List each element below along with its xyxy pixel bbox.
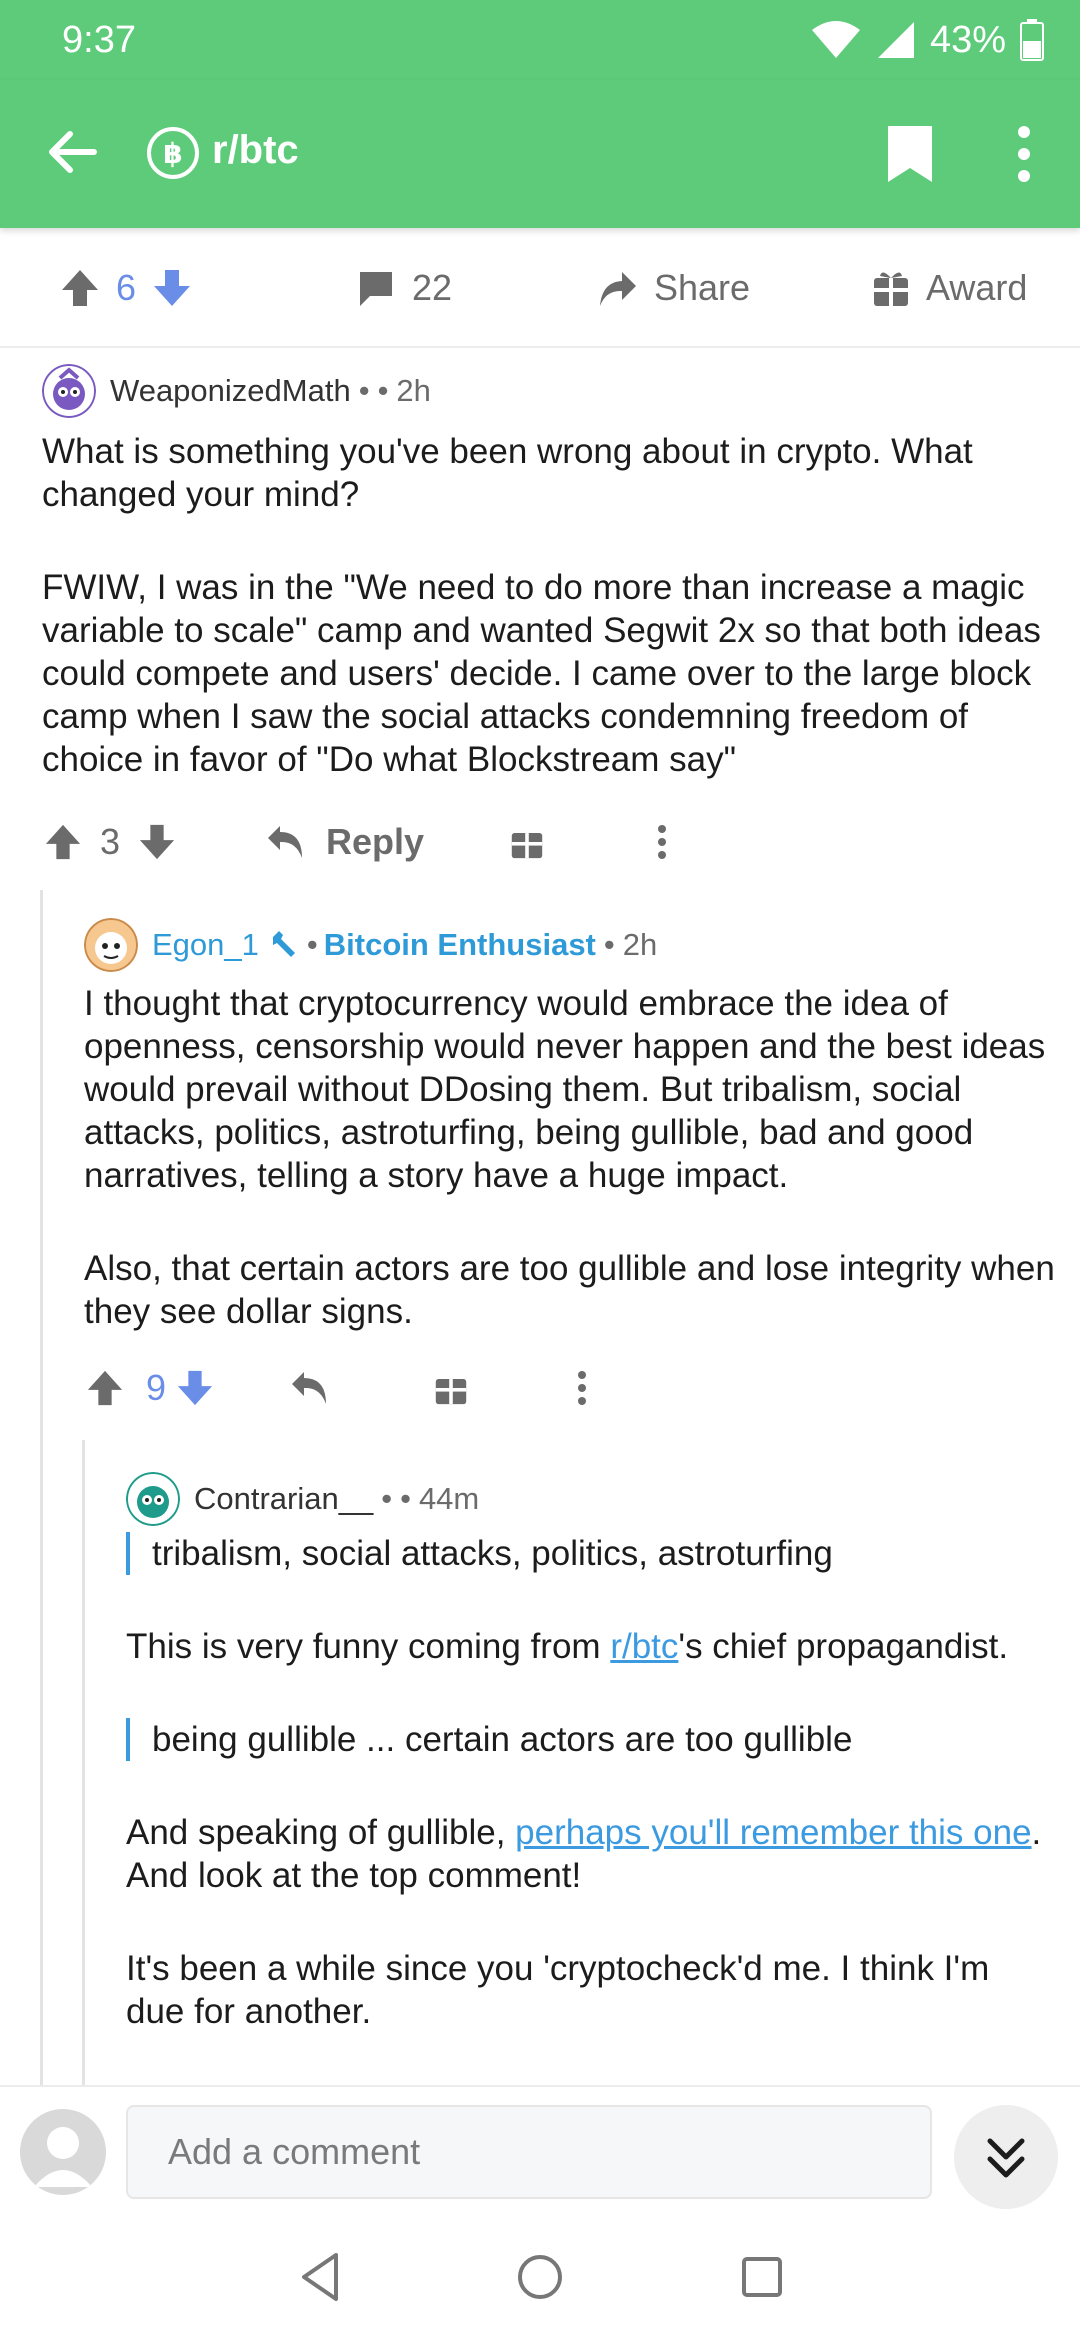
more-options-icon[interactable] bbox=[656, 824, 668, 860]
text-span: And speaking of gullible, bbox=[126, 1813, 516, 1852]
reply-button[interactable]: Reply bbox=[266, 821, 424, 863]
comment-paragraph: FWIW, I was in the "We need to do more t… bbox=[42, 568, 1041, 779]
comment-body: What is something you've been wrong abou… bbox=[42, 430, 1062, 781]
downvote-icon[interactable] bbox=[138, 823, 176, 861]
post-comment-count: 22 bbox=[412, 267, 453, 308]
comment-paragraph: And speaking of gullible, perhaps you'll… bbox=[126, 1811, 1056, 1897]
gift-icon bbox=[874, 272, 908, 306]
comment-paragraph: It's been a while since you 'cryptocheck… bbox=[126, 1949, 990, 2031]
thread-indent-line[interactable] bbox=[40, 890, 43, 2085]
comment-header: WeaponizedMath • • 2h bbox=[42, 364, 431, 418]
app-root: 9:37 43% ฿ r/btc 6 22 Share Award Weapon… bbox=[0, 0, 1080, 2340]
post-score: 6 bbox=[116, 267, 137, 308]
moderator-wrench-icon bbox=[272, 931, 295, 957]
post-comments-button[interactable]: 22 bbox=[356, 228, 452, 348]
more-options-icon[interactable] bbox=[1000, 120, 1048, 188]
reply-arrow-icon bbox=[268, 826, 303, 858]
comment-header: Egon_1 • Bitcoin Enthusiast • 2h bbox=[84, 918, 657, 972]
cell-signal-icon bbox=[877, 22, 914, 58]
avatar[interactable] bbox=[84, 918, 138, 972]
battery-icon bbox=[1020, 19, 1044, 61]
post-link[interactable]: perhaps you'll remember this one bbox=[515, 1813, 1031, 1852]
downvote-icon[interactable] bbox=[176, 1369, 214, 1407]
system-nav-bar bbox=[0, 2215, 1080, 2340]
block-quote: tribalism, social attacks, politics, ast… bbox=[126, 1532, 1056, 1575]
default-avatar-icon bbox=[34, 2127, 92, 2187]
comment-author[interactable]: Contrarian__ bbox=[194, 1481, 373, 1517]
avatar[interactable] bbox=[42, 364, 96, 418]
user-flair: Bitcoin Enthusiast bbox=[323, 927, 596, 962]
downvote-icon[interactable] bbox=[152, 268, 192, 308]
reply-label: Reply bbox=[326, 821, 425, 862]
comment-icon bbox=[360, 272, 392, 306]
comment-time: 44m bbox=[418, 1481, 480, 1516]
comment-body: tribalism, social attacks, politics, ast… bbox=[126, 1532, 1056, 2033]
gift-icon[interactable] bbox=[434, 1370, 468, 1406]
separator-dot: • bbox=[358, 373, 370, 408]
upvote-icon[interactable] bbox=[86, 1369, 124, 1407]
avatar[interactable] bbox=[126, 1472, 180, 1526]
separator-dot: • bbox=[603, 927, 615, 962]
nav-back-icon[interactable] bbox=[290, 2245, 354, 2309]
comment-score: 3 bbox=[100, 821, 121, 862]
award-button[interactable]: Award bbox=[872, 228, 1027, 348]
back-arrow-icon[interactable] bbox=[40, 120, 104, 184]
comment-body: I thought that cryptocurrency would embr… bbox=[84, 982, 1059, 1333]
status-icons: 43% bbox=[810, 19, 1044, 62]
battery-percent: 43% bbox=[929, 18, 1006, 61]
text-span: This is very funny coming from bbox=[126, 1627, 611, 1666]
comment-paragraph: Also, that certain actors are too gullib… bbox=[84, 1249, 1055, 1331]
share-button[interactable]: Share bbox=[596, 228, 750, 348]
svg-text:฿: ฿ bbox=[163, 137, 182, 170]
separator-dot: • bbox=[377, 373, 389, 408]
compose-bar: Add a comment bbox=[0, 2085, 1080, 2215]
reply-arrow-icon[interactable] bbox=[290, 1370, 330, 1406]
app-bar: ฿ r/btc bbox=[0, 80, 1080, 228]
subreddit-bitcoin-icon[interactable]: ฿ bbox=[146, 126, 200, 180]
subreddit-link[interactable]: r/btc bbox=[610, 1627, 678, 1666]
thread-indent-line[interactable] bbox=[82, 1440, 85, 2085]
comment-header: Contrarian__ • • 44m bbox=[126, 1472, 479, 1526]
separator-dot: • bbox=[381, 1481, 393, 1516]
nav-home-icon[interactable] bbox=[508, 2245, 572, 2309]
upvote-icon[interactable] bbox=[44, 823, 82, 861]
comment-thread: WeaponizedMath • • 2h What is something … bbox=[0, 350, 1080, 2085]
upvote-icon[interactable] bbox=[60, 268, 100, 308]
comment-paragraph: What is something you've been wrong abou… bbox=[42, 432, 973, 514]
comment-author[interactable]: Egon_1 bbox=[152, 927, 259, 963]
award-label: Award bbox=[926, 267, 1028, 308]
comment-input[interactable]: Add a comment bbox=[126, 2105, 932, 2199]
comment-paragraph: This is very funny coming from r/btc's c… bbox=[126, 1625, 1056, 1668]
comment-time: 2h bbox=[396, 373, 431, 408]
wifi-icon bbox=[811, 21, 860, 58]
comment-time: 2h bbox=[622, 927, 658, 962]
gift-icon[interactable] bbox=[510, 824, 544, 860]
comment-score: 9 bbox=[146, 1367, 167, 1408]
jump-next-comment-icon[interactable] bbox=[954, 2105, 1058, 2209]
comment-actions: 9 bbox=[86, 1358, 646, 1418]
separator-dot: • bbox=[306, 927, 318, 962]
nav-recents-icon[interactable] bbox=[730, 2245, 794, 2309]
comment-paragraph: I thought that cryptocurrency would embr… bbox=[84, 984, 1046, 1195]
text-span: 's chief propagandist. bbox=[678, 1627, 1009, 1666]
status-bar: 9:37 43% bbox=[0, 0, 1080, 80]
share-arrow-icon bbox=[600, 272, 636, 306]
subreddit-name[interactable]: r/btc bbox=[212, 128, 299, 173]
comment-actions: 3 Reply bbox=[44, 812, 704, 872]
post-vote-group: 6 bbox=[60, 228, 192, 348]
block-quote: being gullible ... certain actors are to… bbox=[126, 1718, 1056, 1761]
bookmark-icon[interactable] bbox=[880, 122, 940, 186]
separator-dot: • bbox=[400, 1481, 411, 1516]
user-avatar[interactable] bbox=[20, 2109, 106, 2195]
post-action-bar: 6 22 Share Award bbox=[0, 228, 1080, 348]
comment-author[interactable]: WeaponizedMath bbox=[110, 373, 351, 409]
status-time: 9:37 bbox=[62, 18, 136, 61]
share-label: Share bbox=[654, 267, 751, 308]
more-options-icon[interactable] bbox=[576, 1370, 588, 1406]
